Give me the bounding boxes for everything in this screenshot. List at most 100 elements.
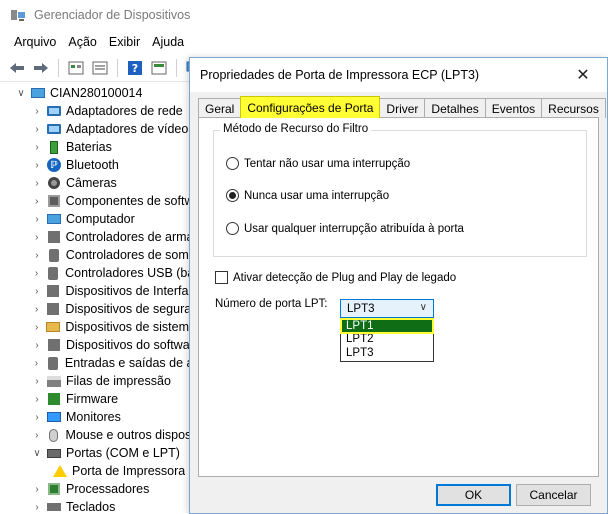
menu-arquivo[interactable]: Arquivo (8, 35, 62, 49)
chevron-right-icon[interactable]: › (30, 498, 44, 514)
tree-root-node[interactable]: ∨ CIAN280100014 (0, 84, 190, 102)
monitor-icon (46, 409, 62, 425)
tree-item-componentes-software[interactable]: › Componentes de softw (0, 192, 190, 210)
chevron-right-icon[interactable]: › (30, 246, 44, 264)
chevron-right-icon[interactable]: › (30, 174, 44, 192)
forward-button[interactable] (30, 57, 52, 79)
tab-eventos[interactable]: Eventos (484, 98, 543, 118)
tree-item-mouse[interactable]: › Mouse e outros disposi (0, 426, 190, 444)
mouse-icon (46, 427, 62, 443)
tree-item-adaptadores-video[interactable]: › Adaptadores de vídeo (0, 120, 190, 138)
radio-any-interrupt[interactable]: Usar qualquer interrupção atribuída à po… (226, 222, 464, 235)
radio-label: Usar qualquer interrupção atribuída à po… (244, 222, 464, 235)
chevron-right-icon[interactable]: › (30, 372, 44, 390)
tree-item-dispositivos-seguranca[interactable]: › Dispositivos de segurar (0, 300, 190, 318)
scan-hardware-button[interactable] (148, 57, 170, 79)
radio-try-no-interrupt[interactable]: Tentar não usar uma interrupção (226, 157, 410, 170)
back-button[interactable] (6, 57, 28, 79)
lpt-number-select[interactable]: LPT3 ∨ (340, 299, 434, 318)
chevron-right-icon[interactable]: › (30, 156, 44, 174)
group-title: Método de Recurso do Filtro (220, 123, 372, 135)
properties-dialog: Propriedades de Porta de Impressora ECP … (189, 57, 608, 514)
legacy-pnp-checkbox-row[interactable]: Ativar detecção de Plug and Play de lega… (215, 271, 456, 284)
chevron-right-icon[interactable]: › (30, 192, 44, 210)
tree-item-label: Computador (66, 212, 135, 226)
chevron-right-icon[interactable]: › (30, 282, 43, 300)
chevron-right-icon[interactable]: › (30, 318, 43, 336)
lpt-option-lpt3[interactable]: LPT3 (341, 346, 433, 360)
radio-never-interrupt[interactable]: Nunca usar uma interrupção (226, 189, 389, 202)
tree-item-label: Adaptadores de vídeo (66, 122, 189, 136)
tree-item-firmware[interactable]: › Firmware (0, 390, 190, 408)
chevron-right-icon[interactable]: › (30, 102, 44, 120)
tab-detalhes[interactable]: Detalhes (424, 98, 486, 118)
tree-item-dispositivos-software[interactable]: › Dispositivos do softwa (0, 336, 190, 354)
toolbar-separator (58, 58, 59, 77)
tree-item-dispositivos-sistema[interactable]: › Dispositivos de sistema (0, 318, 190, 336)
lpt-option-lpt2[interactable]: LPT2 (341, 333, 433, 347)
chevron-down-icon[interactable]: ∨ (420, 302, 427, 313)
chevron-right-icon[interactable]: › (30, 480, 44, 498)
tree-item-baterias[interactable]: › Baterias (0, 138, 190, 156)
tree-item-bluetooth[interactable]: › ℙ Bluetooth (0, 156, 190, 174)
tree-item-controladores-armazenamento[interactable]: › Controladores de arma (0, 228, 190, 246)
storage-controller-icon (46, 229, 62, 245)
chevron-right-icon[interactable]: › (30, 120, 44, 138)
help-button[interactable]: ? (124, 57, 146, 79)
chevron-right-icon[interactable]: › (30, 426, 44, 444)
lpt-option-lpt1[interactable]: LPT1 (340, 318, 434, 334)
back-arrow-icon (10, 62, 24, 73)
tree-item-porta-impressora[interactable]: Porta de Impressora (0, 462, 190, 480)
chevron-down-icon[interactable]: ∨ (14, 84, 28, 102)
chevron-right-icon[interactable]: › (30, 228, 44, 246)
menu-ajuda[interactable]: Ajuda (146, 35, 190, 49)
tab-recursos[interactable]: Recursos (541, 98, 606, 118)
chevron-right-icon[interactable]: › (30, 300, 43, 318)
chevron-down-icon[interactable]: ∨ (30, 444, 44, 462)
radio-circle-checked[interactable] (226, 189, 239, 202)
chevron-right-icon[interactable]: › (30, 264, 43, 282)
menu-acao[interactable]: Ação (62, 35, 103, 49)
toolbar-separator (117, 58, 118, 77)
legacy-pnp-checkbox[interactable] (215, 271, 228, 284)
tree-item-monitores[interactable]: › Monitores (0, 408, 190, 426)
tree-item-cameras[interactable]: › Câmeras (0, 174, 190, 192)
cancel-button[interactable]: Cancelar (516, 484, 591, 506)
list-view-icon (92, 61, 108, 74)
radio-circle[interactable] (226, 157, 239, 170)
tab-driver[interactable]: Driver (379, 98, 426, 118)
ok-button[interactable]: OK (436, 484, 511, 506)
tree-item-entradas-saidas-audio[interactable]: › Entradas e saídas de áu (0, 354, 190, 372)
radio-circle[interactable] (226, 222, 239, 235)
tree-item-processadores[interactable]: › Processadores (0, 480, 190, 498)
close-icon[interactable]: ✕ (573, 65, 593, 85)
tab-geral[interactable]: Geral (198, 98, 242, 118)
tree-item-controladores-usb[interactable]: › Controladores USB (bar (0, 264, 190, 282)
tree-item-teclados[interactable]: › Teclados (0, 498, 190, 514)
chevron-right-icon[interactable]: › (30, 390, 44, 408)
tree-item-adaptadores-rede[interactable]: › Adaptadores de rede (0, 102, 190, 120)
properties-view-button[interactable] (65, 57, 87, 79)
chevron-right-icon[interactable]: › (30, 408, 44, 426)
menu-exibir[interactable]: Exibir (103, 35, 146, 49)
list-view-button[interactable] (89, 57, 111, 79)
chevron-right-icon[interactable]: › (30, 336, 44, 354)
tree-item-label: Porta de Impressora (72, 464, 186, 478)
firmware-icon (46, 391, 62, 407)
tab-configuracoes-porta[interactable]: Configurações de Porta (240, 96, 381, 118)
sound-controller-icon (46, 247, 62, 263)
tree-item-filas-impressao[interactable]: › Filas de impressão (0, 372, 190, 390)
chevron-right-icon[interactable]: › (30, 210, 44, 228)
tree-item-label: Filas de impressão (66, 374, 171, 388)
display-adapter-icon (46, 121, 62, 137)
radio-label: Tentar não usar uma interrupção (244, 157, 411, 170)
lpt-dropdown-list: LPT1 LPT2 LPT3 (340, 318, 434, 362)
tree-item-controladores-som[interactable]: › Controladores de som, (0, 246, 190, 264)
dialog-title: Propriedades de Porta de Impressora ECP … (200, 68, 480, 82)
tree-item-computador[interactable]: › Computador (0, 210, 190, 228)
tree-item-dispositivos-interface[interactable]: › Dispositivos de Interfac (0, 282, 190, 300)
tree-item-portas[interactable]: ∨ Portas (COM e LPT) (0, 444, 190, 462)
chevron-right-icon[interactable]: › (30, 138, 44, 156)
chevron-right-icon[interactable]: › (30, 354, 43, 372)
usb-controller-icon (45, 265, 61, 281)
